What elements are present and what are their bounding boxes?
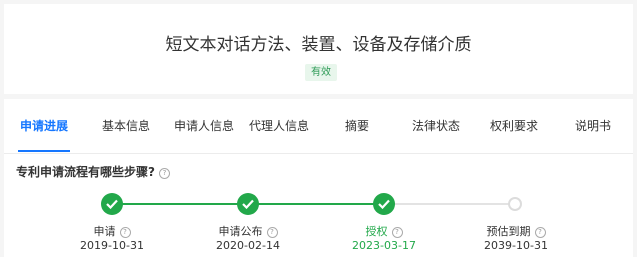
tab-agent-info[interactable]: 代理人信息	[239, 99, 319, 153]
step-expiry-pending-icon	[508, 197, 522, 211]
tab-abstract[interactable]: 摘要	[317, 99, 397, 153]
step-grant-label: 授权?	[344, 223, 424, 239]
tab-claims[interactable]: 权利要求	[474, 99, 554, 153]
step-apply-date: 2019-10-31	[80, 239, 144, 252]
tab-application-progress[interactable]: 申请进展	[4, 99, 84, 153]
page-title: 短文本对话方法、装置、设备及存储介质	[165, 35, 472, 55]
tab-description[interactable]: 说明书	[553, 99, 633, 153]
step-expiry-label: 预估到期?	[476, 223, 556, 239]
tab-bar: 申请进展 基本信息 申请人信息 代理人信息 摘要 法律状态 权利要求 说明书	[4, 99, 633, 154]
progress-question: 专利申请流程有哪些步骤??	[16, 163, 170, 180]
tab-applicant-info[interactable]: 申请人信息	[164, 99, 244, 153]
status-badge: 有效	[305, 64, 337, 81]
step-apply-check-icon	[101, 193, 123, 215]
step-expiry-date: 2039-10-31	[484, 239, 548, 252]
detail-card: 申请进展 基本信息 申请人信息 代理人信息 摘要 法律状态 权利要求 说明书 专…	[4, 99, 633, 257]
step-apply-label: 申请?	[72, 223, 152, 239]
step-publish-check-icon	[237, 193, 259, 215]
help-icon[interactable]: ?	[158, 168, 170, 179]
tab-basic-info[interactable]: 基本信息	[86, 99, 166, 153]
tab-legal-status[interactable]: 法律状态	[396, 99, 476, 153]
active-tab-indicator	[18, 150, 70, 152]
progress-question-text: 专利申请流程有哪些步骤?	[16, 165, 155, 179]
progress-line-pending	[384, 203, 514, 205]
title-card: 短文本对话方法、装置、设备及存储介质 有效	[4, 4, 633, 94]
step-grant-date: 2023-03-17	[352, 239, 416, 252]
step-grant-check-icon	[373, 193, 395, 215]
step-publish-label: 申请公布?	[208, 223, 288, 239]
step-publish-date: 2020-02-14	[216, 239, 280, 252]
